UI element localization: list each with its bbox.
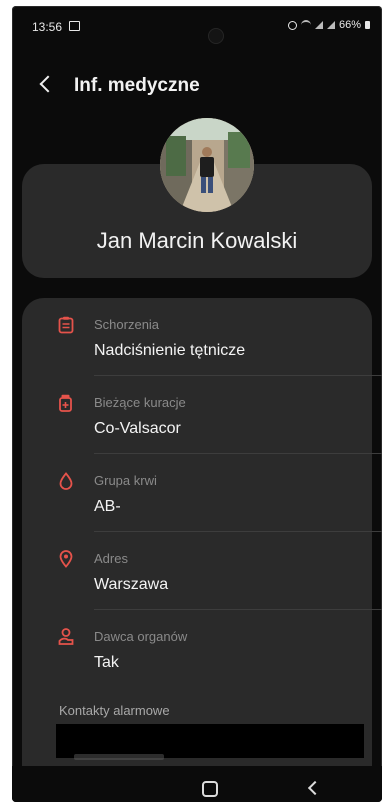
info-item-organ-donor[interactable]: Dawca organów Tak — [22, 610, 372, 688]
info-label: Adres — [94, 551, 128, 566]
avatar[interactable] — [160, 118, 254, 212]
page-title: Inf. medyczne — [74, 75, 200, 96]
wifi-icon — [300, 20, 311, 30]
medication-icon — [59, 394, 72, 412]
info-item-conditions[interactable]: Schorzenia Nadciśnienie tętnicze — [22, 298, 382, 376]
front-camera — [208, 28, 224, 44]
emergency-contact-redacted[interactable] — [56, 724, 364, 758]
clipboard-icon — [58, 316, 74, 334]
alarm-icon — [287, 20, 297, 30]
info-label: Dawca organów — [94, 629, 188, 644]
profile-name: Jan Marcin Kowalski — [96, 228, 298, 253]
avatar-photo — [160, 118, 254, 212]
signal-icon-2 — [326, 21, 335, 29]
status-icons: 66% — [287, 19, 370, 31]
medical-info-card: Schorzenia Nadciśnienie tętnicze Bieżące… — [22, 298, 382, 768]
battery-icon — [365, 21, 370, 29]
info-value: Nadciśnienie tętnicze — [94, 342, 246, 359]
app-bar: Inf. medyczne — [12, 66, 382, 106]
info-item-address[interactable]: Adres Warszawa — [22, 532, 382, 610]
back-icon[interactable] — [307, 780, 323, 796]
system-nav-bar — [12, 766, 382, 802]
home-icon[interactable] — [202, 781, 218, 797]
info-value: Tak — [94, 654, 119, 671]
info-label: Schorzenia — [94, 317, 160, 332]
info-label: Grupa krwi — [94, 473, 157, 488]
back-arrow-icon[interactable] — [39, 75, 57, 93]
signal-icon — [314, 21, 323, 29]
battery-percent: 66% — [338, 19, 361, 31]
info-value: AB- — [94, 498, 121, 515]
status-bar: 13:56 66% — [12, 6, 382, 40]
info-value: Co-Valsacor — [94, 420, 181, 437]
info-value: Warszawa — [94, 576, 169, 593]
status-time: 13:56 — [32, 20, 63, 34]
location-pin-icon — [59, 550, 73, 568]
organ-donor-icon — [58, 628, 74, 645]
notification-icon — [69, 21, 80, 31]
info-item-blood-type[interactable]: Grupa krwi AB- — [22, 454, 382, 532]
emergency-contact-peek — [74, 754, 164, 760]
info-item-medications[interactable]: Bieżące kuracje Co-Valsacor — [22, 376, 382, 454]
phone-screen: 13:56 66% Inf. medyczne Jan Marcin Kowal… — [12, 6, 382, 802]
blood-drop-icon — [59, 472, 73, 490]
info-label: Bieżące kuracje — [94, 395, 186, 410]
emergency-contacts-label: Kontakty alarmowe — [59, 703, 170, 718]
